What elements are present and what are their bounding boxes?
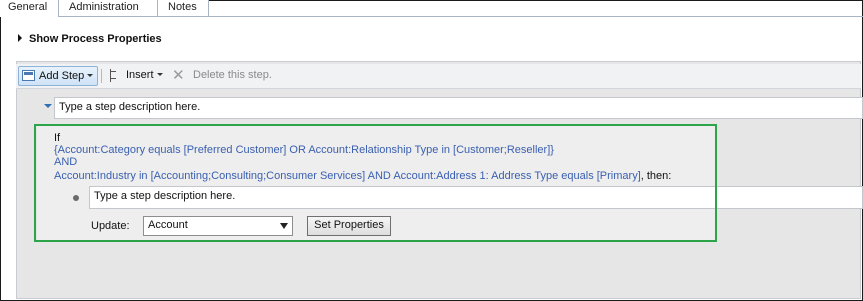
expand-triangle-icon bbox=[18, 34, 22, 42]
tab-general[interactable]: General bbox=[0, 0, 59, 17]
show-process-properties-label: Show Process Properties bbox=[29, 33, 162, 45]
insert-icon bbox=[110, 69, 121, 82]
delete-step-label: Delete this step. bbox=[193, 69, 272, 81]
add-step-button[interactable]: Add Step bbox=[18, 66, 98, 86]
show-process-properties-toggle[interactable]: Show Process Properties bbox=[18, 33, 162, 45]
delete-x-icon: ✕ bbox=[172, 67, 185, 84]
collapse-step-icon[interactable] bbox=[44, 104, 52, 108]
tab-administration[interactable]: Administration bbox=[59, 0, 158, 16]
add-step-label: Add Step bbox=[39, 70, 85, 82]
chevron-down-icon bbox=[87, 74, 94, 77]
insert-label: Insert bbox=[126, 69, 154, 81]
step-description-input[interactable]: Type a step description here. bbox=[54, 97, 863, 119]
tab-bar: General Administration Notes bbox=[0, 0, 863, 17]
tab-notes[interactable]: Notes bbox=[158, 0, 209, 16]
add-step-icon bbox=[22, 70, 35, 81]
highlight-box bbox=[34, 124, 717, 242]
chevron-down-icon bbox=[156, 73, 163, 76]
toolbar-separator bbox=[101, 69, 102, 83]
